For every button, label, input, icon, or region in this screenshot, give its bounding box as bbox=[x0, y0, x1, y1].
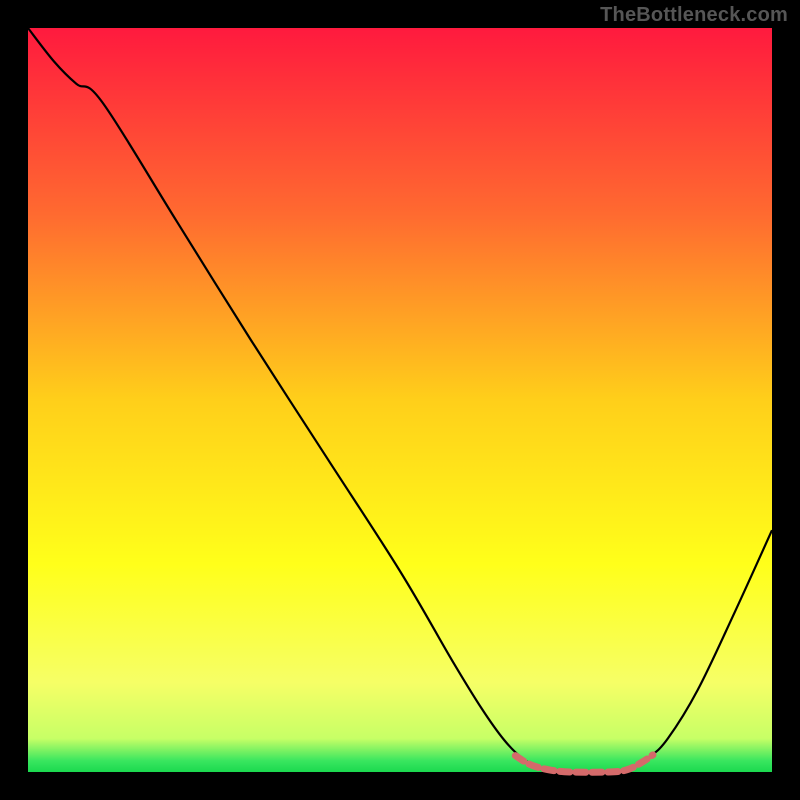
watermark-text: TheBottleneck.com bbox=[600, 4, 788, 27]
bottleneck-chart bbox=[0, 0, 800, 800]
chart-frame: { "watermark": "TheBottleneck.com", "cha… bbox=[0, 0, 800, 800]
plot-background bbox=[28, 28, 772, 772]
